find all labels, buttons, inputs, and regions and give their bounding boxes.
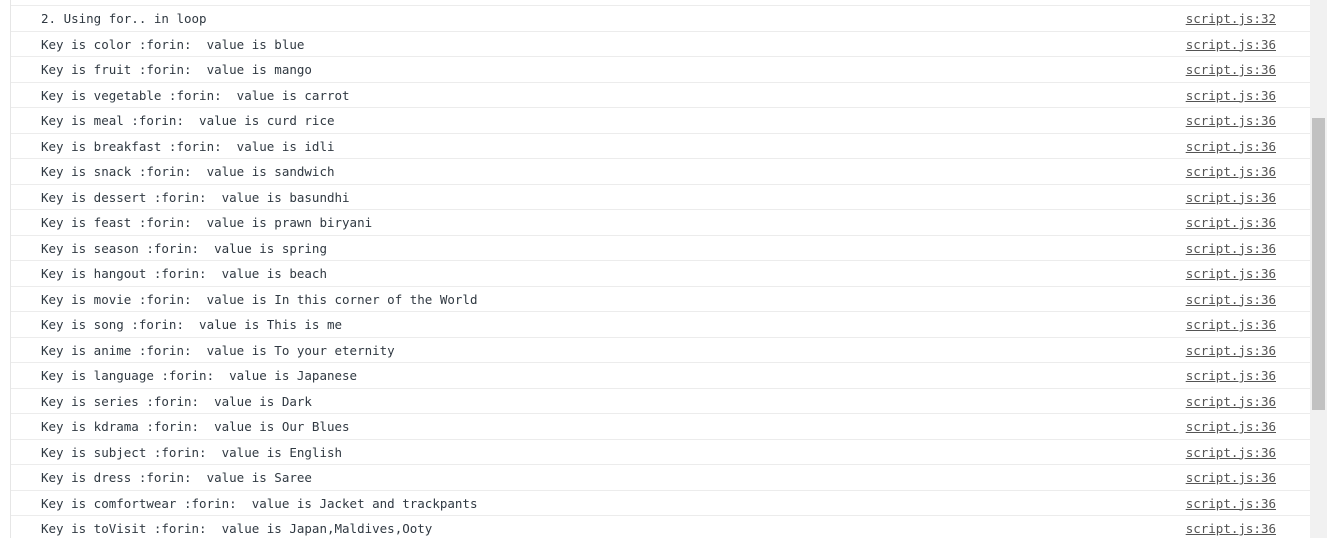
console-row: Key is vegetable :forin: value is carrot… [11, 83, 1311, 108]
console-row: Key is snack :forin: value is sandwich sc… [11, 159, 1311, 185]
source-link[interactable]: script.js:36 [1186, 266, 1276, 281]
console-row: Key is comfortwear :forin: value is Jack… [11, 491, 1311, 516]
console-message-text: Key is feast :forin: value is prawn biry… [41, 215, 373, 230]
source-link[interactable]: script.js:36 [1186, 496, 1276, 511]
console-message-text: Key is breakfast :forin: value is idli [41, 138, 335, 154]
console-message-text: Key is subject :forin: value is English [41, 444, 343, 460]
source-link[interactable]: script.js:36 [1186, 88, 1276, 103]
console-messages: 2. Using for.. in loop script.js:32 Key is… [11, 6, 1311, 538]
console-message-text: Key is hangout :forin: value is beach [41, 266, 327, 281]
console-message-text: Key is kdrama :forin: value is Our Blues [41, 419, 350, 434]
console-message-text: Key is toVisit :forin: value is Japan,Ma… [41, 521, 433, 536]
source-link[interactable]: script.js:36 [1186, 368, 1276, 383]
console-row: Key is series :forin: value is Dark scrip… [11, 389, 1311, 414]
source-link[interactable]: script.js:32 [1186, 11, 1276, 26]
console-message-text: Key is dress :forin: value is Saree [41, 470, 312, 485]
console-row: Key is fruit :forin: value is mango scrip… [11, 57, 1311, 83]
console-row: Key is meal :forin: value is curd rice sc… [11, 108, 1311, 134]
console-row: Key is dress :forin: value is Saree scrip… [11, 465, 1311, 491]
console-row: Key is song :forin: value is This is me s… [11, 312, 1311, 338]
source-link[interactable]: script.js:36 [1186, 190, 1276, 205]
source-link[interactable]: script.js:36 [1186, 215, 1276, 230]
source-link[interactable]: script.js:36 [1186, 37, 1276, 52]
console-message-text: Key is color :forin: value is blue [41, 36, 305, 52]
console-message-text: Key is comfortwear :forin: value is Jack… [41, 495, 478, 511]
source-link[interactable]: script.js:36 [1186, 164, 1276, 179]
console-message-text: Key is meal :forin: value is curd rice [41, 113, 335, 128]
source-link[interactable]: script.js:36 [1186, 470, 1276, 485]
console-log-panel: 2. Using for.. in loop script.js:32 Key is… [10, 0, 1311, 538]
console-message-text: Key is dessert :forin: value is basundhi [41, 189, 350, 205]
console-row: 2. Using for.. in loop script.js:32 [11, 6, 1311, 32]
console-row: Key is season :forin: value is spring scr… [11, 236, 1311, 261]
console-row: Key is language :forin: value is Japanes… [11, 363, 1311, 389]
console-message-text: Key is fruit :forin: value is mango [41, 62, 312, 77]
source-link[interactable]: script.js:36 [1186, 292, 1276, 307]
console-message-text: Key is anime :forin: value is To your et… [41, 342, 395, 358]
source-link[interactable]: script.js:36 [1186, 521, 1276, 536]
console-message-text: Key is season :forin: value is spring [41, 240, 327, 256]
console-message-text: Key is song :forin: value is This is me [41, 317, 343, 332]
console-row: Key is breakfast :forin: value is idli sc… [11, 134, 1311, 159]
source-link[interactable]: script.js:36 [1186, 113, 1276, 128]
console-message-text: Key is series :forin: value is Dark [41, 393, 312, 409]
console-message-text: Key is language :forin: value is Japanes… [41, 368, 358, 383]
console-message-text: Key is vegetable :forin: value is carrot [41, 87, 350, 103]
console-message-text: Key is movie :forin: value is In this co… [41, 291, 478, 307]
console-row: Key is color :forin: value is blue script… [11, 32, 1311, 57]
source-link[interactable]: script.js:36 [1186, 317, 1276, 332]
source-link[interactable]: script.js:36 [1186, 62, 1276, 77]
console-row: Key is toVisit :forin: value is Japan,Ma… [11, 516, 1311, 538]
source-link[interactable]: script.js:36 [1186, 139, 1276, 154]
console-row: Key is kdrama :forin: value is Our Blues… [11, 414, 1311, 440]
source-link[interactable]: script.js:36 [1186, 445, 1276, 460]
console-row: Key is subject :forin: value is English s… [11, 440, 1311, 465]
console-message-text: Key is snack :forin: value is sandwich [41, 164, 335, 179]
source-link[interactable]: script.js:36 [1186, 419, 1276, 434]
vertical-scrollbar[interactable] [1310, 0, 1327, 538]
console-row: Key is movie :forin: value is In this co… [11, 287, 1311, 312]
console-row: Key is hangout :forin: value is beach scr… [11, 261, 1311, 287]
source-link[interactable]: script.js:36 [1186, 394, 1276, 409]
console-row: Key is anime :forin: value is To your et… [11, 338, 1311, 363]
scrollbar-thumb[interactable] [1312, 118, 1325, 410]
console-row: Key is feast :forin: value is prawn biry… [11, 210, 1311, 236]
console-row: Key is dessert :forin: value is basundhi… [11, 185, 1311, 210]
source-link[interactable]: script.js:36 [1186, 343, 1276, 358]
source-link[interactable]: script.js:36 [1186, 241, 1276, 256]
console-message-text: 2. Using for.. in loop [41, 11, 207, 26]
